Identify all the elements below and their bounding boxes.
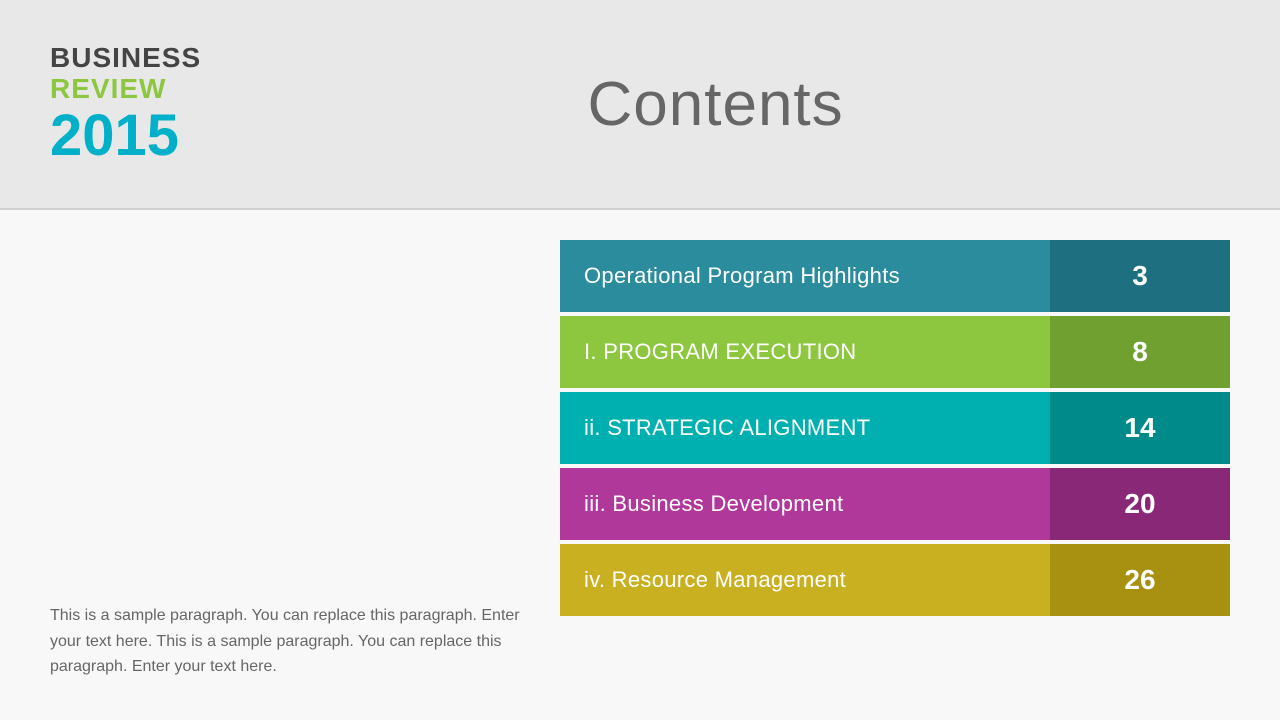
row-page-number: 8 (1050, 316, 1230, 388)
left-panel: This is a sample paragraph. You can repl… (50, 240, 560, 690)
row-page-number: 26 (1050, 544, 1230, 616)
header-title-area: Contents (201, 69, 1230, 140)
table-row: I. PROGRAM EXECUTION8 (560, 316, 1230, 388)
row-page-number: 3 (1050, 240, 1230, 312)
table-row: iii. Business Development20 (560, 468, 1230, 540)
main-content: This is a sample paragraph. You can repl… (0, 210, 1280, 720)
table-row: ii. STRATEGIC ALIGNMENT14 (560, 392, 1230, 464)
row-page-number: 20 (1050, 468, 1230, 540)
row-label: I. PROGRAM EXECUTION (560, 316, 1050, 388)
row-label: iii. Business Development (560, 468, 1050, 540)
sample-paragraph: This is a sample paragraph. You can repl… (50, 603, 520, 680)
logo-business: BUSINESS (50, 43, 201, 74)
row-label: ii. STRATEGIC ALIGNMENT (560, 392, 1050, 464)
page-title: Contents (588, 69, 844, 140)
contents-table: Operational Program Highlights3I. PROGRA… (560, 240, 1230, 690)
logo-year: 2015 (50, 107, 201, 165)
table-row: iv. Resource Management26 (560, 544, 1230, 616)
table-row: Operational Program Highlights3 (560, 240, 1230, 312)
row-page-number: 14 (1050, 392, 1230, 464)
header: BUSINESS REVIEW 2015 Contents (0, 0, 1280, 210)
row-label: iv. Resource Management (560, 544, 1050, 616)
logo-review: REVIEW (50, 74, 201, 105)
row-label: Operational Program Highlights (560, 240, 1050, 312)
logo-area: BUSINESS REVIEW 2015 (50, 43, 201, 165)
